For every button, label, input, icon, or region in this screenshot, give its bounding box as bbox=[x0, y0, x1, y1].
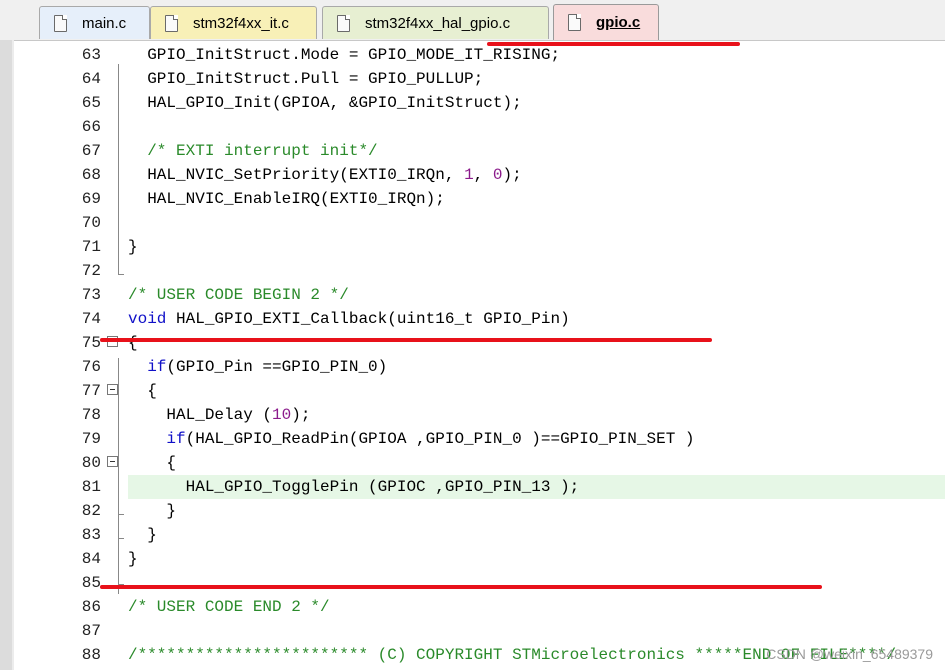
line-number: 72 bbox=[81, 262, 101, 280]
line-number: 68 bbox=[81, 166, 101, 184]
code-line[interactable]: 79 if(HAL_GPIO_ReadPin(GPIOA ,GPIO_PIN_0… bbox=[0, 427, 945, 451]
fold-end-marker bbox=[118, 514, 124, 515]
line-number: 86 bbox=[81, 598, 101, 616]
annotation-underline bbox=[487, 42, 740, 46]
code-text: } bbox=[128, 502, 177, 520]
code-line[interactable]: 84} bbox=[0, 547, 945, 571]
c-file-icon bbox=[337, 14, 350, 32]
tab-stm32f4xx-hal-gpio-c[interactable]: stm32f4xx_hal_gpio.c bbox=[322, 6, 549, 39]
code-line[interactable]: 75 { bbox=[0, 331, 945, 355]
c-file-icon bbox=[54, 14, 67, 32]
fold-guide bbox=[118, 64, 119, 274]
code-text: /* USER CODE BEGIN 2 */ bbox=[128, 286, 349, 304]
code-line[interactable]: 63 GPIO_InitStruct.Mode = GPIO_MODE_IT_R… bbox=[0, 43, 945, 67]
line-number: 77 bbox=[81, 382, 101, 400]
code-text: HAL_NVIC_SetPriority(EXTI0_IRQn, 1, 0); bbox=[128, 166, 522, 184]
line-number: 79 bbox=[81, 430, 101, 448]
line-number: 73 bbox=[81, 286, 101, 304]
code-editor[interactable]: 63 GPIO_InitStruct.Mode = GPIO_MODE_IT_R… bbox=[0, 40, 945, 670]
code-text: void HAL_GPIO_EXTI_Callback(uint16_t GPI… bbox=[128, 310, 570, 328]
annotation-underline bbox=[100, 338, 712, 342]
code-text: GPIO_InitStruct.Mode = GPIO_MODE_IT_RISI… bbox=[128, 46, 561, 64]
code-text: } bbox=[128, 550, 138, 568]
line-number: 74 bbox=[81, 310, 101, 328]
fold-toggle-icon[interactable] bbox=[107, 384, 118, 395]
code-line[interactable]: 65 HAL_GPIO_Init(GPIOA, &GPIO_InitStruct… bbox=[0, 91, 945, 115]
tab-label: main.c bbox=[82, 14, 127, 32]
code-line[interactable]: 78 HAL_Delay (10); bbox=[0, 403, 945, 427]
code-text: { bbox=[128, 334, 138, 352]
code-line[interactable]: 74 void HAL_GPIO_EXTI_Callback(uint16_t G… bbox=[0, 307, 945, 331]
code-line[interactable]: 77 { bbox=[0, 379, 945, 403]
code-text: HAL_NVIC_EnableIRQ(EXTI0_IRQn); bbox=[128, 190, 445, 208]
line-number: 70 bbox=[81, 214, 101, 232]
code-text: HAL_GPIO_TogglePin (GPIOC ,GPIO_PIN_13 )… bbox=[128, 478, 580, 496]
fold-end-marker bbox=[118, 538, 124, 539]
c-file-icon bbox=[568, 14, 581, 31]
code-line[interactable]: 85 bbox=[0, 571, 945, 595]
tab-label: stm32f4xx_it.c bbox=[193, 14, 289, 32]
code-text: { bbox=[128, 454, 177, 472]
code-text: HAL_Delay (10); bbox=[128, 406, 311, 424]
code-text: /* USER CODE END 2 */ bbox=[128, 598, 330, 616]
line-number: 75 bbox=[81, 334, 101, 352]
line-number: 85 bbox=[81, 574, 101, 592]
line-number: 76 bbox=[81, 358, 101, 376]
tab-gpio-c[interactable]: gpio.c bbox=[553, 4, 659, 40]
code-line[interactable]: 80 { bbox=[0, 451, 945, 475]
line-number: 83 bbox=[81, 526, 101, 544]
code-text: if(GPIO_Pin ==GPIO_PIN_0) bbox=[147, 358, 388, 376]
code-text: } bbox=[128, 526, 157, 544]
code-line[interactable]: 83 } bbox=[0, 523, 945, 547]
code-line[interactable]: 64 GPIO_InitStruct.Pull = GPIO_PULLUP; bbox=[0, 67, 945, 91]
code-text: if(HAL_GPIO_ReadPin(GPIOA ,GPIO_PIN_0 )=… bbox=[166, 430, 695, 448]
line-number: 78 bbox=[81, 406, 101, 424]
code-line[interactable]: 69 HAL_NVIC_EnableIRQ(EXTI0_IRQn); bbox=[0, 187, 945, 211]
code-line[interactable]: 67 /* EXTI interrupt init*/ bbox=[0, 139, 945, 163]
line-number: 69 bbox=[81, 190, 101, 208]
line-number: 82 bbox=[81, 502, 101, 520]
tab-main-c[interactable]: main.c bbox=[39, 6, 150, 39]
tab-label: gpio.c bbox=[596, 14, 641, 31]
code-line[interactable]: 82 } bbox=[0, 499, 945, 523]
code-line[interactable]: 68 HAL_NVIC_SetPriority(EXTI0_IRQn, 1, 0… bbox=[0, 163, 945, 187]
fold-guide bbox=[118, 358, 119, 594]
code-line[interactable]: 76 if(GPIO_Pin ==GPIO_PIN_0) bbox=[0, 355, 945, 379]
line-number: 67 bbox=[81, 142, 101, 160]
tab-label: stm32f4xx_hal_gpio.c bbox=[365, 14, 511, 32]
code-text: } bbox=[128, 238, 138, 256]
line-number: 64 bbox=[81, 70, 101, 88]
code-line[interactable]: 81 HAL_GPIO_TogglePin (GPIOC ,GPIO_PIN_1… bbox=[0, 475, 945, 499]
line-number: 63 bbox=[81, 46, 101, 64]
code-line[interactable]: 87 bbox=[0, 619, 945, 643]
code-line[interactable]: 70 bbox=[0, 211, 945, 235]
line-number: 81 bbox=[81, 478, 101, 496]
line-number: 80 bbox=[81, 454, 101, 472]
file-tab-bar: main.c stm32f4xx_it.c stm32f4xx_hal_gpio… bbox=[0, 0, 945, 41]
fold-end-marker bbox=[118, 274, 124, 275]
code-line[interactable]: 66 bbox=[0, 115, 945, 139]
code-text: /* EXTI interrupt init*/ bbox=[128, 142, 378, 160]
code-line[interactable]: 72 bbox=[0, 259, 945, 283]
line-number: 88 bbox=[81, 646, 101, 664]
watermark-text: CSDN @weixin_65489379 bbox=[766, 646, 933, 662]
line-number: 87 bbox=[81, 622, 101, 640]
line-number: 71 bbox=[81, 238, 101, 256]
fold-toggle-icon[interactable] bbox=[107, 456, 118, 467]
code-line[interactable]: 86 /* USER CODE END 2 */ bbox=[0, 595, 945, 619]
code-line[interactable]: 73 /* USER CODE BEGIN 2 */ bbox=[0, 283, 945, 307]
code-text: HAL_GPIO_Init(GPIOA, &GPIO_InitStruct); bbox=[128, 94, 522, 112]
line-number: 84 bbox=[81, 550, 101, 568]
c-file-icon bbox=[165, 14, 178, 32]
line-number: 66 bbox=[81, 118, 101, 136]
code-text: GPIO_InitStruct.Pull = GPIO_PULLUP; bbox=[128, 70, 484, 88]
code-line[interactable]: 71} bbox=[0, 235, 945, 259]
tab-stm32f4xx-it-c[interactable]: stm32f4xx_it.c bbox=[150, 6, 317, 39]
code-text: { bbox=[128, 382, 157, 400]
line-number: 65 bbox=[81, 94, 101, 112]
annotation-underline bbox=[100, 585, 822, 589]
